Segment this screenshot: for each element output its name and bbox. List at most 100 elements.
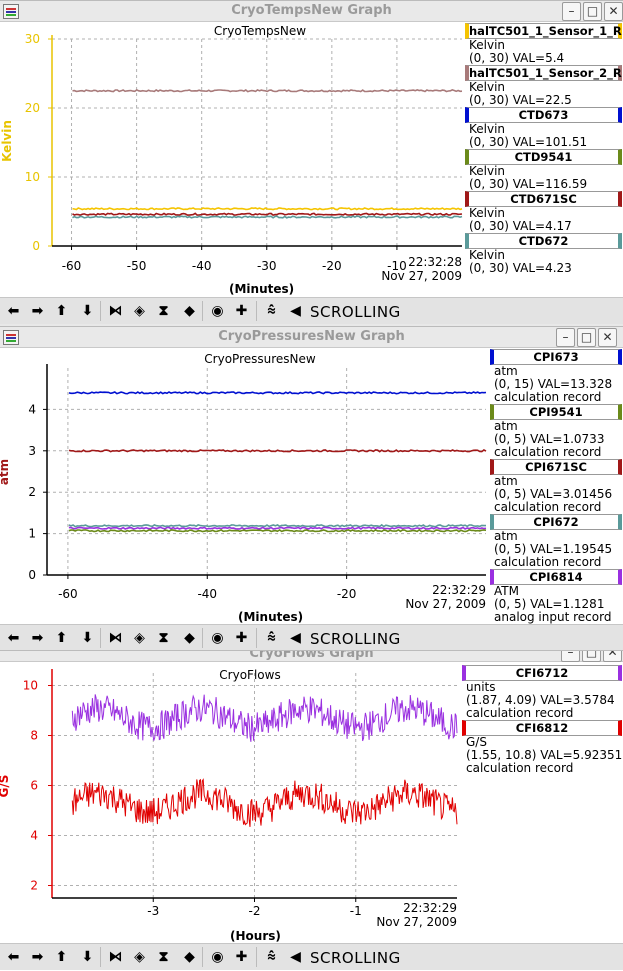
maximize-icon[interactable]: □	[582, 651, 601, 662]
zoom-out-x-icon[interactable]: ◈	[130, 629, 149, 647]
legend-item[interactable]: halTC501_1_Sensor_1_R Kelvin (0, 30) VAL=5…	[465, 23, 622, 65]
series-line-CPI6814	[68, 526, 487, 530]
y-tick-label: 0	[32, 239, 40, 253]
series-line-CPI9541	[68, 528, 487, 533]
y-tick-label: 8	[30, 729, 38, 743]
toolbar-separator	[256, 628, 257, 648]
toolbar-separator	[100, 628, 101, 648]
zoom-out-x-icon[interactable]: ◈	[130, 302, 149, 320]
legend-item[interactable]: CPI9541 atm (0, 5) VAL=1.0733 calculation r…	[490, 404, 622, 459]
arrow-left-icon[interactable]: ⬅	[4, 948, 23, 966]
timestamp: 22:32:29 Nov 27, 2009	[384, 583, 486, 611]
minimize-icon[interactable]: –	[562, 2, 581, 21]
step-back-icon[interactable]: ◀	[286, 629, 305, 647]
legend-series-name: CPI671SC	[490, 459, 622, 475]
pressures-window: CryoPressuresNew Graph – □ ✕ CryoPressur…	[0, 326, 623, 650]
y-tick-label: 2	[30, 879, 38, 893]
legend-item[interactable]: CPI673 atm (0, 15) VAL=13.328 calculation r…	[490, 349, 622, 404]
timestamp-date: Nov 27, 2009	[381, 269, 462, 283]
maximize-icon[interactable]: □	[583, 2, 602, 21]
legend-series-name: CTD9541	[465, 149, 622, 165]
zoom-out-x-icon[interactable]: ◈	[130, 948, 149, 966]
arrow-down-icon[interactable]: ⬇	[78, 629, 97, 647]
series-line-halTC501_1_Sensor_2_R	[72, 88, 463, 93]
zoom-in-y-icon[interactable]: ⧗	[154, 948, 173, 966]
arrow-right-icon[interactable]: ➡	[28, 629, 47, 647]
zoom-in-y-icon[interactable]: ⧗	[154, 629, 173, 647]
legend-extra: calculation record	[466, 706, 574, 720]
legend-info: (0, 30) VAL=22.5	[469, 93, 572, 107]
arrow-up-icon[interactable]: ⬆	[52, 302, 71, 320]
pressures-chart[interactable]: 0 1 2 3 4 -60 -40 -20 atm	[0, 327, 490, 627]
zoom-out-y-icon[interactable]: ◆	[180, 948, 199, 966]
reset-icon[interactable]: ◉	[208, 629, 227, 647]
zoom-out-y-icon[interactable]: ◆	[180, 302, 199, 320]
legend-info: (0, 30) VAL=101.51	[469, 135, 588, 149]
add-icon[interactable]: ✚	[232, 302, 251, 320]
arrow-left-icon[interactable]: ⬅	[4, 629, 23, 647]
legend-item[interactable]: CFI6712 units (1.87, 4.09) VAL=3.5784 calcu…	[462, 665, 622, 720]
x-axis-label: (Minutes)	[238, 610, 304, 624]
legend-item[interactable]: CPI6814 ATM (0, 5) VAL=1.1281 analog input …	[490, 569, 622, 624]
toggle-scroll-icon[interactable]: ⩯	[262, 948, 281, 966]
y-tick-label: 10	[23, 679, 38, 693]
arrow-left-icon[interactable]: ⬅	[4, 302, 23, 320]
legend-item[interactable]: CTD9541 Kelvin (0, 30) VAL=116.59	[465, 149, 622, 191]
zoom-in-y-icon[interactable]: ⧗	[154, 302, 173, 320]
toolbar-separator	[256, 947, 257, 967]
zoom-in-x-icon[interactable]: ⧑	[106, 948, 125, 966]
y-tick-label: 6	[30, 779, 38, 793]
legend-item[interactable]: CFI6812 G/S (1.55, 10.8) VAL=5.92351 calcul…	[462, 720, 622, 775]
y-axis-label: G/S	[0, 775, 11, 798]
minimize-icon[interactable]: –	[556, 328, 575, 347]
x-tick-label: -50	[127, 259, 147, 273]
step-back-icon[interactable]: ◀	[286, 302, 305, 320]
y-tick-label: 3	[28, 444, 36, 458]
close-icon[interactable]: ✕	[598, 328, 617, 347]
y-axis-label: atm	[0, 459, 11, 485]
reset-icon[interactable]: ◉	[208, 948, 227, 966]
legend-series-name: CTD673	[465, 107, 622, 123]
legend-extra: calculation record	[494, 500, 602, 514]
legend-item[interactable]: halTC501_1_Sensor_2_R Kelvin (0, 30) VAL=2…	[465, 65, 622, 107]
timestamp-date: Nov 27, 2009	[405, 597, 486, 611]
legend-item[interactable]: CPI671SC atm (0, 5) VAL=3.01456 calculation…	[490, 459, 622, 514]
arrow-up-icon[interactable]: ⬆	[52, 948, 71, 966]
arrow-down-icon[interactable]: ⬇	[78, 302, 97, 320]
arrow-up-icon[interactable]: ⬆	[52, 629, 71, 647]
zoom-in-x-icon[interactable]: ⧑	[106, 302, 125, 320]
arrow-right-icon[interactable]: ➡	[28, 948, 47, 966]
maximize-icon[interactable]: □	[577, 328, 596, 347]
legend-item[interactable]: CTD673 Kelvin (0, 30) VAL=101.51	[465, 107, 622, 149]
arrow-down-icon[interactable]: ⬇	[78, 948, 97, 966]
close-icon[interactable]: ✕	[603, 651, 622, 662]
scrolling-toggle[interactable]: SCROLLING	[310, 630, 401, 648]
toggle-scroll-icon[interactable]: ⩯	[262, 629, 281, 647]
timestamp: 22:32:29 Nov 27, 2009	[355, 901, 457, 929]
toggle-scroll-icon[interactable]: ⩯	[262, 302, 281, 320]
add-icon[interactable]: ✚	[232, 948, 251, 966]
timestamp-time: 22:32:28	[408, 255, 462, 269]
step-back-icon[interactable]: ◀	[286, 948, 305, 966]
y-tick-label: 4	[30, 829, 38, 843]
y-tick-label: 4	[28, 402, 36, 416]
zoom-in-x-icon[interactable]: ⧑	[106, 629, 125, 647]
x-tick-label: -3	[147, 904, 159, 918]
add-icon[interactable]: ✚	[232, 629, 251, 647]
zoom-out-y-icon[interactable]: ◆	[180, 629, 199, 647]
timestamp-time: 22:32:29	[432, 583, 486, 597]
toolbar-separator	[256, 301, 257, 321]
legend-item[interactable]: CPI672 atm (0, 5) VAL=1.19545 calculation r…	[490, 514, 622, 569]
toolbar-separator	[202, 301, 203, 321]
minimize-icon[interactable]: –	[561, 651, 580, 662]
legend-item[interactable]: CTD671SC Kelvin (0, 30) VAL=4.17	[465, 191, 622, 233]
reset-icon[interactable]: ◉	[208, 302, 227, 320]
scrolling-toggle[interactable]: SCROLLING	[310, 949, 401, 967]
legend-series-name: CTD671SC	[465, 191, 622, 207]
legend-series-name: CTD672	[465, 233, 622, 249]
close-icon[interactable]: ✕	[604, 2, 623, 21]
arrow-right-icon[interactable]: ➡	[28, 302, 47, 320]
scrolling-toggle[interactable]: SCROLLING	[310, 303, 401, 321]
legend-item[interactable]: CTD672 Kelvin (0, 30) VAL=4.23	[465, 233, 622, 275]
legend-info: (0, 30) VAL=116.59	[469, 177, 588, 191]
